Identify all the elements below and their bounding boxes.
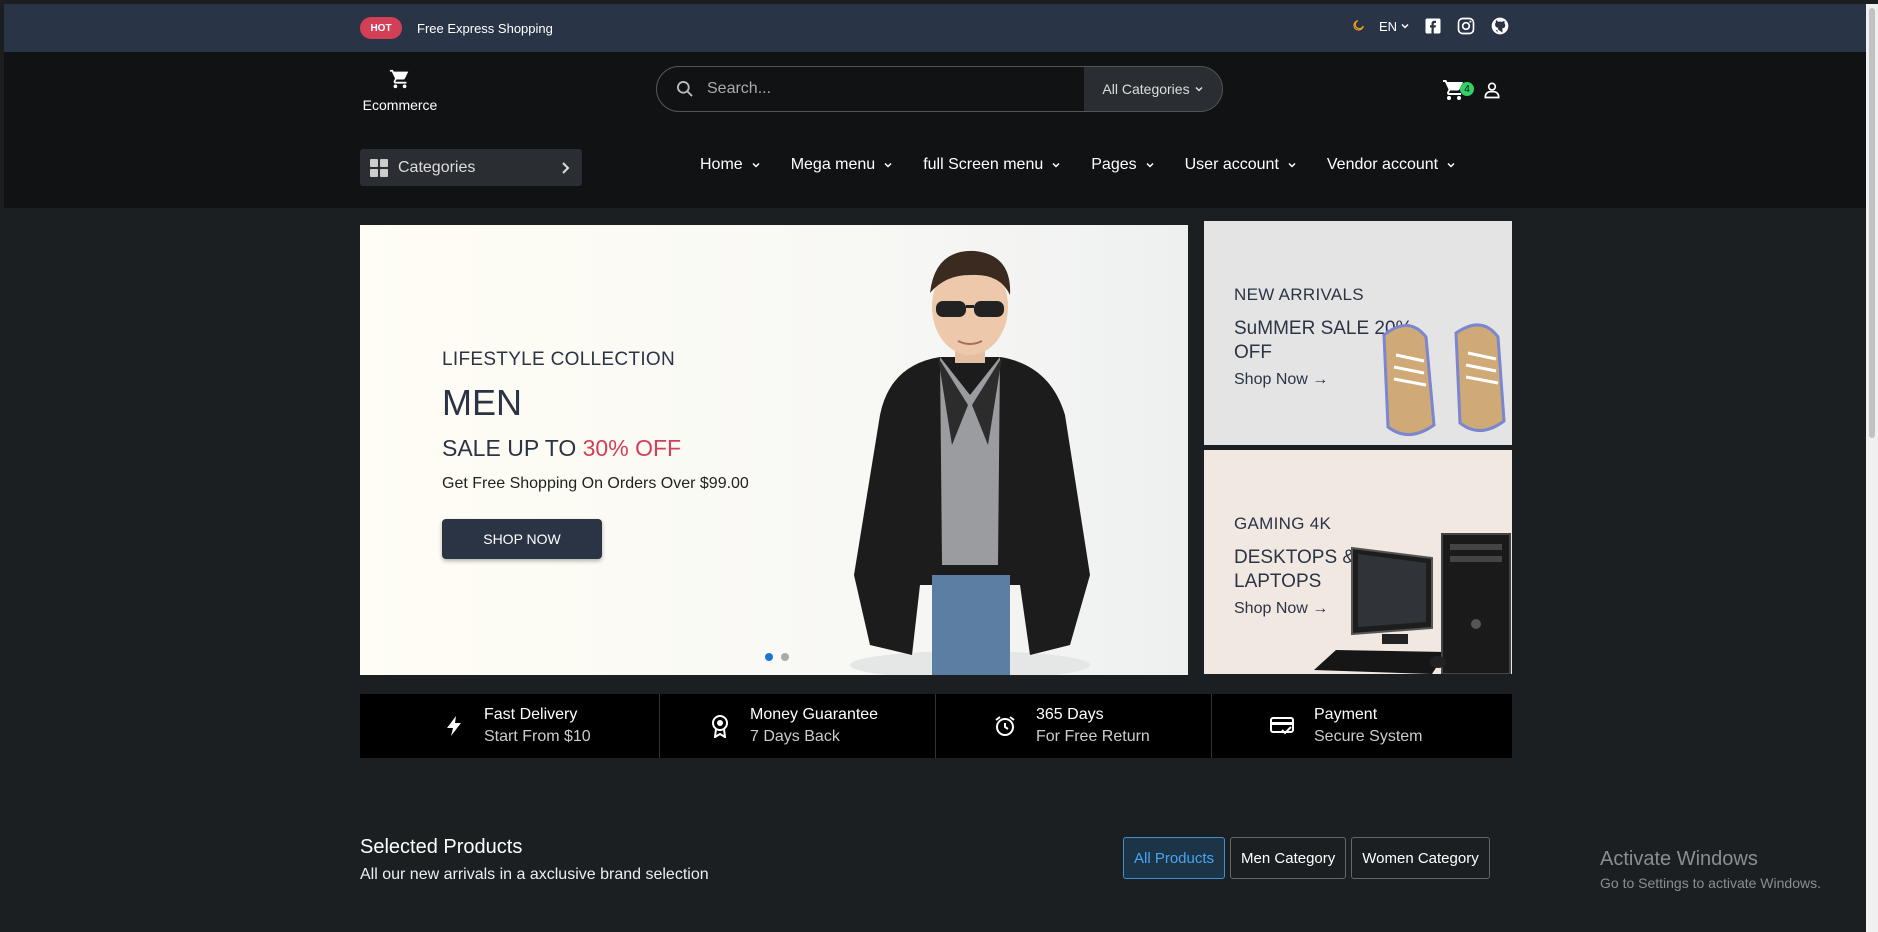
nav-label: Vendor account xyxy=(1326,156,1439,173)
cart-logo-icon xyxy=(389,69,409,89)
model-in-leather-jacket-image xyxy=(850,250,1090,675)
nav-full-screen-menu[interactable]: full Screen menu xyxy=(923,156,1061,174)
logo-text: Ecommerce xyxy=(362,97,438,113)
sneakers-image xyxy=(1382,323,1506,436)
hot-badge: HOT xyxy=(360,17,402,39)
site-logo[interactable]: Ecommerce xyxy=(360,68,440,113)
scrollbar-thumb[interactable] xyxy=(1869,8,1875,438)
chevron-down-icon xyxy=(1288,162,1296,168)
feature-365-days: 365 Days For Free Return xyxy=(936,694,1212,758)
nav-label: User account xyxy=(1184,156,1279,173)
chevron-down-icon xyxy=(1052,162,1060,168)
alarm-clock-icon xyxy=(994,715,1016,737)
chevron-down-icon xyxy=(1195,86,1203,92)
categories-label: Categories xyxy=(398,158,476,176)
feature-payment: Payment Secure System xyxy=(1212,694,1512,758)
section-subtitle: All our new arrivals in a axclusive bran… xyxy=(360,866,709,883)
instagram-icon[interactable] xyxy=(1456,16,1476,36)
feature-title: Fast Delivery xyxy=(484,706,578,723)
nav-pages[interactable]: Pages xyxy=(1091,156,1154,174)
search-icon xyxy=(675,79,695,99)
tab-women-category[interactable]: Women Category xyxy=(1351,837,1490,879)
tab-men-category[interactable]: Men Category xyxy=(1230,837,1347,879)
hero-subtitle: Get Free Shopping On Orders Over $99.00 xyxy=(442,475,749,492)
hero-eyebrow: LIFESTYLE COLLECTION xyxy=(442,349,676,370)
chevron-down-icon xyxy=(752,162,760,168)
main-nav: Home Mega menu full Screen menu Pages Us… xyxy=(700,156,1456,174)
feature-subtitle: For Free Return xyxy=(1036,728,1150,745)
main-header: Ecommerce All Categories 4 Categories xyxy=(4,52,1866,208)
windows-activation-watermark: Activate Windows Go to Settings to activ… xyxy=(1600,848,1821,891)
nav-label: Mega menu xyxy=(790,156,876,173)
hero-carousel: LIFESTYLE COLLECTION MEN SALE UP TO 30% … xyxy=(360,225,1188,675)
nav-label: full Screen menu xyxy=(923,156,1044,173)
nav-label: Home xyxy=(700,156,743,173)
carousel-dots xyxy=(765,653,789,661)
credit-card-icon xyxy=(1270,716,1294,736)
chevron-down-icon xyxy=(1146,162,1154,168)
vertical-scrollbar[interactable] xyxy=(1866,4,1878,932)
feature-title: 365 Days xyxy=(1036,706,1104,723)
hero-sale-prefix: SALE UP TO xyxy=(442,435,577,461)
dark-mode-moon-icon[interactable] xyxy=(1351,19,1365,33)
feature-subtitle: Secure System xyxy=(1314,728,1423,745)
search-input[interactable] xyxy=(695,67,1084,111)
chevron-down-icon xyxy=(884,162,892,168)
page-frame: HOT Free Express Shopping EN Ecommerce S… xyxy=(4,4,1866,932)
product-filter-tabs: All Products Men Category Women Category xyxy=(1123,837,1490,879)
features-bar: Fast Delivery Start From $10 Money Guaran… xyxy=(360,694,1512,758)
top-message: Free Express Shopping xyxy=(417,21,553,36)
github-icon[interactable] xyxy=(1490,16,1510,36)
top-bar: HOT Free Express Shopping EN xyxy=(4,4,1866,52)
feature-title: Money Guarantee xyxy=(750,706,879,723)
categories-button[interactable]: Categories xyxy=(360,149,582,186)
feature-title: Payment xyxy=(1314,706,1378,723)
promo-kicker: NEW ARRIVALS xyxy=(1234,285,1364,304)
search-bar: All Categories xyxy=(656,66,1223,112)
feature-money-guarantee: Money Guarantee 7 Days Back xyxy=(660,694,936,758)
carousel-dot-2[interactable] xyxy=(781,653,789,661)
search-category-label: All Categories xyxy=(1102,81,1190,97)
nav-label: Pages xyxy=(1091,156,1137,173)
nav-home[interactable]: Home xyxy=(700,156,761,174)
desktop-computer-image xyxy=(1314,533,1511,674)
watermark-line-2: Go to Settings to activate Windows. xyxy=(1600,875,1821,891)
user-account-icon[interactable] xyxy=(1482,80,1502,100)
cart-count-badge: 4 xyxy=(1460,82,1474,96)
header-actions: 4 xyxy=(1442,78,1502,102)
promo-card-gaming[interactable]: GAMING 4K DESKTOPS & LAPTOPS Shop Now → xyxy=(1204,450,1512,674)
carousel-dot-1[interactable] xyxy=(765,653,773,661)
chevron-down-icon xyxy=(1447,162,1455,168)
watermark-line-1: Activate Windows xyxy=(1600,848,1758,870)
facebook-icon[interactable] xyxy=(1424,17,1442,35)
hero-sale-text: SALE UP TO 30% OFF xyxy=(442,435,681,462)
feature-fast-delivery: Fast Delivery Start From $10 xyxy=(360,694,660,758)
nav-vendor-account[interactable]: Vendor account xyxy=(1327,156,1456,174)
cart-button[interactable]: 4 xyxy=(1442,78,1474,102)
chevron-right-icon xyxy=(562,161,570,174)
nav-user-account[interactable]: User account xyxy=(1185,156,1297,174)
grid-icon xyxy=(370,158,388,177)
chevron-down-icon xyxy=(1401,23,1409,29)
promo-shop-now-link[interactable]: Shop Now → xyxy=(1234,371,1328,389)
bolt-icon xyxy=(444,715,464,737)
hero-title: MEN xyxy=(442,382,522,423)
search-category-dropdown[interactable]: All Categories xyxy=(1084,67,1222,111)
language-selector[interactable]: EN xyxy=(1379,19,1410,34)
language-label: EN xyxy=(1378,18,1397,34)
nav-mega-menu[interactable]: Mega menu xyxy=(791,156,894,174)
hero-sale-highlight: 30% OFF xyxy=(582,435,682,461)
medal-icon xyxy=(710,714,730,738)
top-bar-actions: EN xyxy=(1351,16,1510,36)
shop-now-button[interactable]: SHOP NOW xyxy=(442,519,602,559)
section-title: Selected Products xyxy=(360,836,523,858)
tab-all-products[interactable]: All Products xyxy=(1123,837,1226,879)
feature-subtitle: Start From $10 xyxy=(484,728,591,745)
promo-card-new-arrivals[interactable]: NEW ARRIVALS SuMMER SALE 20% OFF Shop No… xyxy=(1204,221,1512,445)
feature-subtitle: 7 Days Back xyxy=(750,728,840,745)
